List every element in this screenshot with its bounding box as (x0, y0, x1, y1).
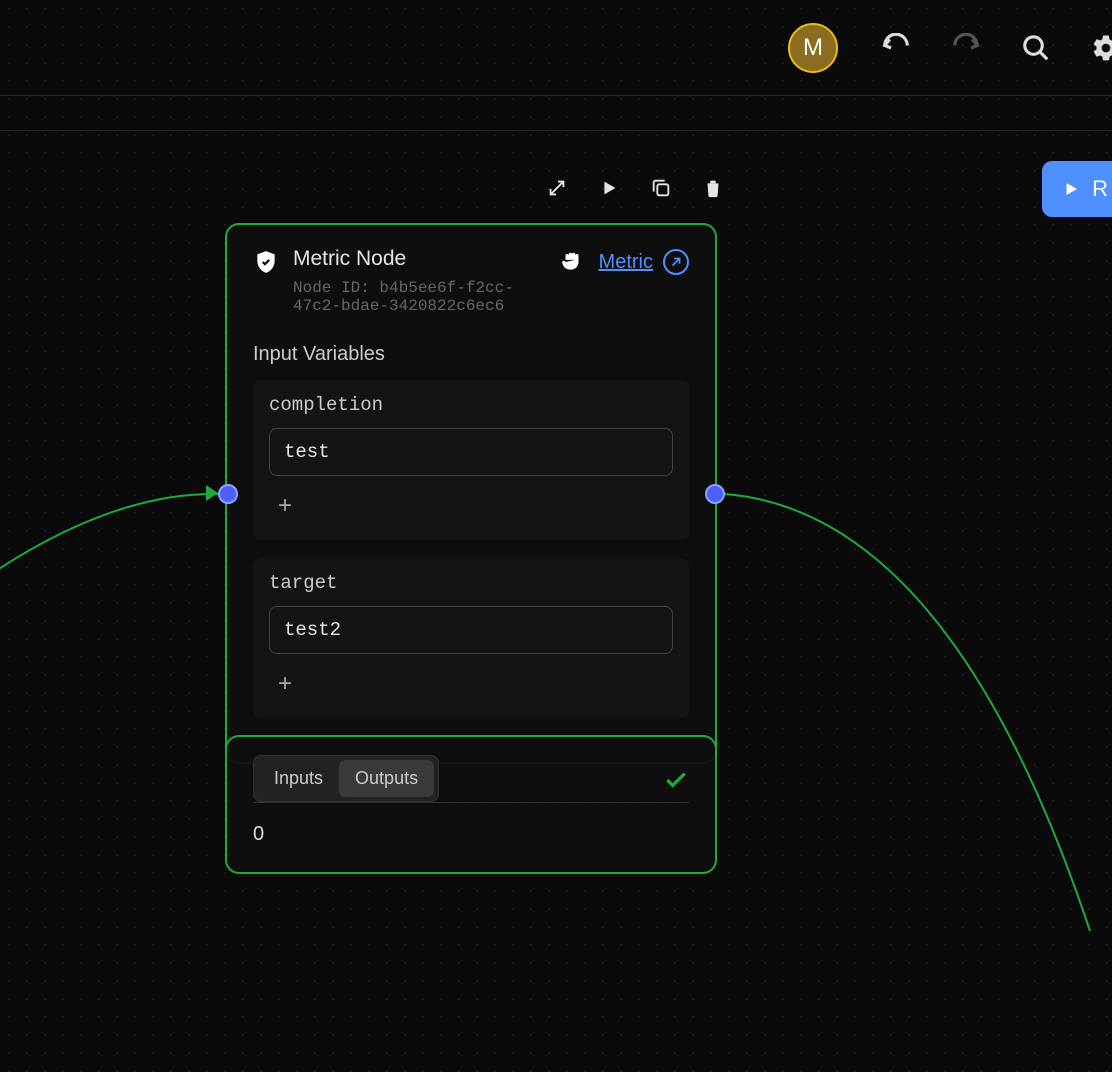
node-toolbar (545, 176, 725, 200)
node-title: Metric Node (293, 247, 545, 271)
run-label: R (1092, 176, 1108, 202)
input-variables-label: Input Variables (253, 343, 689, 366)
run-button[interactable]: R (1042, 161, 1112, 217)
play-icon[interactable] (597, 176, 621, 200)
search-icon[interactable] (1020, 32, 1052, 64)
variable-name: completion (269, 394, 673, 416)
gear-icon[interactable] (1090, 32, 1112, 64)
node-header: Metric Node Node ID: b4b5ee6f-f2cc-47c2-… (253, 247, 689, 315)
shield-check-icon (253, 249, 279, 275)
variable-input-completion[interactable] (269, 428, 673, 476)
avatar-initial: M (803, 34, 823, 62)
result-panel: Inputs Outputs 0 (225, 735, 717, 874)
output-port[interactable] (705, 484, 725, 504)
input-port[interactable] (218, 484, 238, 504)
variable-block-target: target + (253, 558, 689, 718)
canvas-area[interactable]: R Metric Node Node ID: b4b5ee6f-f2cc-47c… (0, 131, 1112, 1072)
metric-link[interactable]: Metric (599, 249, 689, 275)
tab-inputs[interactable]: Inputs (258, 760, 339, 797)
variable-input-target[interactable] (269, 606, 673, 654)
tab-outputs[interactable]: Outputs (339, 760, 434, 797)
expand-icon[interactable] (545, 176, 569, 200)
add-value-button[interactable]: + (269, 490, 301, 522)
avatar[interactable]: M (788, 23, 838, 73)
copy-icon[interactable] (649, 176, 673, 200)
trash-icon[interactable] (701, 176, 725, 200)
result-tab-group: Inputs Outputs (253, 755, 439, 802)
header-toolbar (880, 32, 1112, 64)
metric-node-card[interactable]: Metric Node Node ID: b4b5ee6f-f2cc-47c2-… (225, 223, 717, 764)
sub-header-strip (0, 96, 1112, 131)
result-output-value: 0 (253, 823, 689, 846)
variable-name: target (269, 572, 673, 594)
input-port-arrow-icon (203, 481, 221, 510)
node-id: Node ID: b4b5ee6f-f2cc-47c2-bdae-3420822… (293, 279, 545, 315)
external-link-icon (663, 249, 689, 275)
app-header: M (0, 0, 1112, 96)
variable-block-completion: completion + (253, 380, 689, 540)
grab-handle-icon[interactable] (559, 249, 585, 275)
metric-link-label: Metric (599, 251, 653, 274)
undo-icon[interactable] (880, 32, 912, 64)
add-value-button[interactable]: + (269, 668, 301, 700)
check-icon (663, 766, 689, 792)
play-icon (1062, 180, 1080, 198)
redo-icon (950, 32, 982, 64)
